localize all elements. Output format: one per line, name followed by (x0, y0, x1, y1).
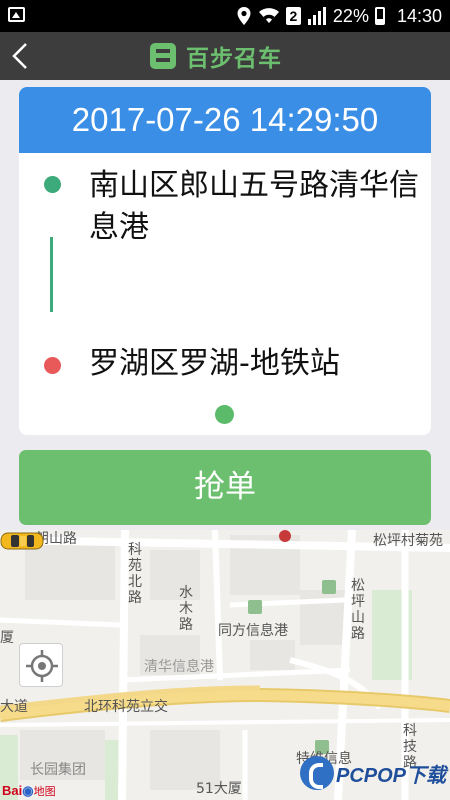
app-logo: 百步召车 (150, 42, 282, 72)
map-label-qinghua: 清华信息港 (144, 659, 214, 675)
chevron-left-icon (12, 43, 27, 69)
origin-address: 南山区郎山五号路清华信息港 (89, 168, 419, 245)
order-datetime: 2017-07-26 14:29:50 (19, 87, 431, 153)
crosshair-icon (26, 650, 58, 682)
map-label-beihuan: 北环科苑立交 (84, 699, 168, 715)
pcpop-watermark: PCPOP下载 (300, 750, 446, 796)
sim-slot-badge: 2 (285, 7, 301, 25)
locate-me-button[interactable] (19, 643, 63, 687)
wifi-icon (258, 8, 279, 23)
grab-order-button[interactable]: 抢单 (19, 450, 431, 525)
map-label-kejian-north-road: 科苑北路 (128, 542, 142, 606)
order-card: 2017-07-26 14:29:50 南山区郎山五号路清华信息港 罗湖区罗湖-… (19, 87, 431, 435)
brand-mark-icon (150, 43, 176, 69)
map-label-edge: 厦 (0, 630, 14, 646)
title-bar: 百步召车 (0, 32, 450, 80)
battery-percent: 22% (332, 5, 369, 26)
origin-dot-icon (44, 176, 61, 193)
baidu-map-logo: Bai◉地图 (2, 783, 56, 798)
taxi-car-icon (0, 532, 44, 550)
map-label-avenue: 大道 (0, 699, 28, 715)
map-view[interactable]: 朗山路 科苑北路 水木路 松坪山路 松坪村菊苑 同方信息港 清华信息港 大道 北… (0, 530, 450, 800)
signal-icon (307, 7, 326, 25)
location-icon (237, 7, 251, 25)
map-label-shuimu-road: 水木路 (179, 585, 193, 633)
destination-address: 罗湖区罗湖-地铁站 (89, 346, 340, 381)
map-label-tower51: 51大厦 (196, 781, 242, 797)
destination-dot-icon (44, 357, 61, 374)
status-icons: 2 22% 14:30 (236, 0, 442, 32)
back-button[interactable] (6, 40, 38, 72)
map-label-songping-village: 松坪村菊苑 (373, 533, 443, 549)
watermark-text: PCPOP下载 (336, 764, 447, 787)
map-label-changyuan: 长园集团 (30, 762, 86, 778)
battery-icon (374, 7, 385, 25)
status-bar: 2 22% 14:30 (0, 0, 450, 32)
map-label-songpingshan-road: 松坪山路 (351, 578, 365, 642)
clock: 14:30 (396, 5, 442, 26)
route-line (50, 237, 53, 312)
pcpop-logo-icon (300, 756, 334, 790)
page-indicator (215, 405, 234, 424)
gallery-icon (8, 7, 25, 22)
map-label-tongfang: 同方信息港 (218, 623, 288, 639)
brand-name: 百步召车 (186, 46, 282, 72)
